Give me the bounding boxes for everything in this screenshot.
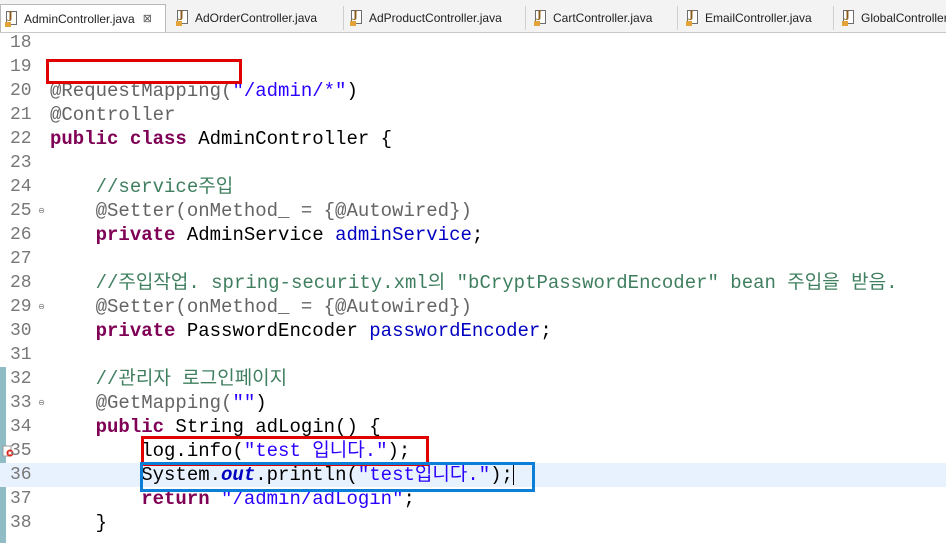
java-file-icon: J — [534, 10, 548, 26]
code-text: } — [50, 512, 108, 534]
code-line[interactable]: 28 //주입작업. spring-security.xml의 "bCryptP… — [0, 271, 946, 295]
code-line[interactable]: 27 — [0, 247, 946, 271]
line-number: 29 — [10, 297, 32, 317]
code-editor[interactable]: 18 19 20 @RequestMapping("/admin/*") 21 … — [0, 33, 946, 543]
line-number: 30 — [10, 321, 32, 341]
fold-collapse-icon[interactable]: ⊖ — [37, 398, 46, 407]
editor-tab-bar: J AdminController.java ⊠ J AdOrderContro… — [0, 0, 946, 33]
line-number: 22 — [10, 129, 32, 149]
line-number: 20 — [10, 81, 32, 101]
code-line[interactable]: 23 — [0, 151, 946, 175]
java-file-icon: J — [5, 10, 19, 27]
tab-admin-controller[interactable]: J AdminController.java ⊠ — [0, 4, 166, 32]
line-number: 27 — [10, 249, 32, 269]
line-number: 19 — [10, 57, 32, 77]
line-number: 18 — [10, 33, 32, 53]
code-text: private AdminService adminService; — [95, 224, 484, 246]
tab-label: CartController.java — [553, 11, 653, 25]
code-text: //주입작업. spring-security.xml의 "bCryptPass… — [50, 272, 898, 294]
code-line[interactable]: 30 private PasswordEncoder passwordEncod… — [0, 319, 946, 343]
line-number: 31 — [10, 345, 32, 365]
line-number: 34 — [10, 417, 32, 437]
line-number: 24 — [10, 177, 32, 197]
line-number: 25 — [10, 201, 32, 221]
code-line[interactable]: 24 //service주입 — [0, 175, 946, 199]
tab-label: AdOrderController.java — [195, 11, 318, 25]
code-text: //관리자 로그인페이지 — [50, 368, 288, 390]
java-file-icon: J — [176, 10, 190, 26]
tab-label: AdProductController.java — [369, 11, 502, 25]
code-line[interactable]: 26 private AdminService adminService; — [0, 223, 946, 247]
line-number: 32 — [10, 369, 32, 389]
tab-label: GlobalController — [861, 11, 946, 25]
code-text: @GetMapping("") — [50, 392, 267, 414]
code-line[interactable]: 38 } — [0, 511, 946, 535]
tab-ad-product-controller[interactable]: J AdProductController.java — [346, 6, 526, 30]
java-file-icon: J — [350, 10, 364, 26]
line-number: 36 — [10, 465, 32, 485]
tab-cart-controller[interactable]: J CartController.java — [530, 6, 678, 30]
code-text: //service주입 — [50, 176, 234, 198]
code-text: private PasswordEncoder passwordEncoder; — [95, 320, 552, 342]
line-number: 26 — [10, 225, 32, 245]
fold-collapse-icon[interactable]: ⊖ — [37, 302, 46, 311]
close-tab-icon[interactable]: ⊠ — [143, 12, 152, 25]
java-file-icon: J — [842, 10, 856, 26]
line-number: 28 — [10, 273, 32, 293]
code-line[interactable]: 22 public class AdminController { — [0, 127, 946, 151]
fold-collapse-icon[interactable]: ⊖ — [37, 206, 46, 215]
code-line[interactable]: 29 ⊖ @Setter(onMethod_ = {@Autowired}) — [0, 295, 946, 319]
code-line[interactable]: 31 — [0, 343, 946, 367]
tab-global-controller[interactable]: J GlobalController — [838, 6, 946, 30]
tab-label: AdminController.java — [24, 11, 135, 26]
highlight-box-empty-line — [46, 59, 242, 84]
code-text: @Controller — [50, 104, 176, 126]
code-line[interactable]: 21 @Controller — [0, 103, 946, 127]
line-number: 21 — [10, 105, 32, 125]
java-file-icon: J — [686, 10, 700, 26]
code-text: @Setter(onMethod_ = {@Autowired}) — [50, 296, 472, 318]
tab-label: EmailController.java — [705, 11, 812, 25]
line-number: 23 — [10, 153, 32, 173]
code-text: public class AdminController { — [50, 128, 393, 150]
highlight-box-println — [140, 462, 535, 492]
tab-email-controller[interactable]: J EmailController.java — [682, 6, 834, 30]
code-text: @Setter(onMethod_ = {@Autowired}) — [50, 200, 472, 222]
code-line[interactable]: 32 //관리자 로그인페이지 — [0, 367, 946, 391]
code-line[interactable]: 25 ⊖ @Setter(onMethod_ = {@Autowired}) — [0, 199, 946, 223]
line-number: 33 — [10, 393, 32, 413]
line-number: 35 — [10, 441, 32, 461]
code-line[interactable]: 18 — [0, 31, 946, 55]
line-number — [10, 521, 40, 545]
line-number: 37 — [10, 489, 32, 509]
code-line[interactable]: 33 ⊖ @GetMapping("") — [0, 391, 946, 415]
tab-ad-order-controller[interactable]: J AdOrderController.java — [172, 6, 344, 30]
code-line[interactable] — [0, 535, 946, 559]
